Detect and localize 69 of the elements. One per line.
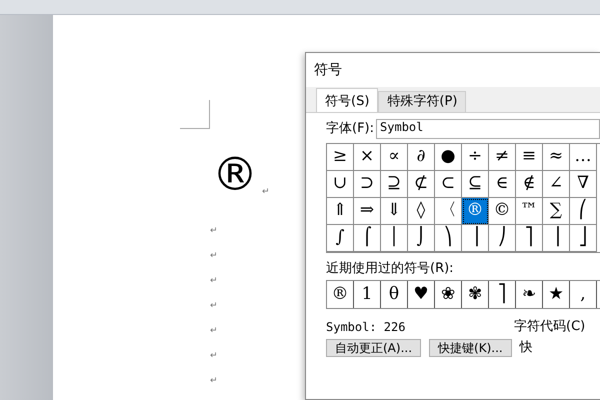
symbol-cell[interactable]: ∉ bbox=[516, 170, 543, 198]
symbol-cell[interactable]: ● bbox=[435, 144, 462, 171]
recent-symbol-cell[interactable]: 1 bbox=[354, 281, 381, 308]
symbol-cell[interactable]: ⎥ bbox=[543, 224, 570, 252]
recent-symbol-cell[interactable]: , bbox=[570, 281, 597, 308]
section-label: 近期使用过的符号(R): bbox=[326, 260, 455, 276]
dialog-button[interactable]: 快捷键(K)... bbox=[429, 338, 512, 358]
symbol-cell[interactable]: ⇒ bbox=[354, 198, 381, 225]
symbol-cell[interactable]: ⇑ bbox=[327, 198, 354, 225]
field-label: 字符代码(C) bbox=[514, 319, 586, 335]
dialog-button[interactable]: 自动更正(A)... bbox=[326, 338, 422, 358]
paragraph-mark: ↵ bbox=[210, 277, 218, 286]
font-field[interactable]: Symbol bbox=[376, 118, 600, 139]
symbol-cell[interactable]: ⊄ bbox=[408, 170, 435, 198]
paragraph-mark: ↵ bbox=[210, 377, 218, 386]
recent-symbol-cell[interactable]: θ bbox=[381, 281, 408, 308]
margin-corner-mark bbox=[180, 100, 210, 129]
symbol-cell[interactable]: × bbox=[354, 144, 381, 171]
symbol-cell[interactable]: ∂ bbox=[408, 144, 435, 171]
symbol-cell[interactable]: ∪ bbox=[327, 170, 354, 198]
symbol-cell[interactable]: ⎤ bbox=[516, 224, 543, 252]
symbol-cell[interactable]: ⎞ bbox=[435, 224, 462, 252]
symbol-cell[interactable]: ◊ bbox=[408, 198, 435, 225]
symbol-cell[interactable]: ∇ bbox=[570, 170, 597, 198]
symbol-cell[interactable]: ⊂ bbox=[435, 170, 462, 198]
recent-symbol-cell[interactable]: ♥ bbox=[408, 281, 435, 308]
symbol-cell[interactable]: ∫ bbox=[327, 224, 354, 252]
recent-symbol-cell[interactable]: ⎤ bbox=[489, 281, 516, 308]
paragraph-mark: ↵ bbox=[210, 302, 218, 311]
symbol-cell[interactable]: … bbox=[570, 144, 597, 171]
symbol-cell[interactable]: ≥ bbox=[327, 144, 354, 171]
symbol-cell[interactable]: ⎠ bbox=[489, 224, 516, 252]
recent-symbol-cell[interactable]: ✾ bbox=[462, 281, 489, 308]
symbol-cell[interactable]: ∑ bbox=[543, 198, 570, 225]
symbol-cell[interactable]: ⎛ bbox=[570, 198, 597, 225]
symbol-cell[interactable]: ⇓ bbox=[381, 198, 408, 225]
paragraph-mark: ↵ bbox=[210, 352, 218, 361]
paragraph-mark: ↵ bbox=[210, 227, 218, 236]
symbol-cell[interactable]: ⎦ bbox=[570, 224, 597, 252]
symbol-cell[interactable]: ÷ bbox=[462, 144, 489, 171]
paragraph-mark: ↵ bbox=[262, 188, 270, 197]
symbol-cell[interactable]: ≈ bbox=[543, 144, 570, 171]
symbol-cell[interactable]: ∝ bbox=[381, 144, 408, 171]
symbol-cell[interactable]: ⊃ bbox=[354, 170, 381, 198]
tab[interactable]: 符号(S) bbox=[316, 88, 378, 112]
recent-symbol-cell[interactable]: ® bbox=[327, 281, 354, 308]
symbol-cell[interactable]: ≡ bbox=[516, 144, 543, 171]
recent-symbol-cell[interactable]: ★ bbox=[543, 281, 570, 308]
character-info: Symbol: 226 bbox=[326, 320, 406, 334]
symbol-cell[interactable]: ® bbox=[462, 198, 489, 225]
paragraph-mark: ↵ bbox=[210, 252, 218, 261]
symbol-cell[interactable]: ⌡ bbox=[408, 224, 435, 252]
symbol-cell[interactable]: ⌠ bbox=[354, 224, 381, 252]
paragraph-mark: ↵ bbox=[210, 327, 218, 336]
recent-symbol-cell[interactable]: ❀ bbox=[435, 281, 462, 308]
field-label: 字体(F): bbox=[326, 120, 374, 136]
symbol-cell[interactable]: ⊇ bbox=[381, 170, 408, 198]
registered-symbol: ® bbox=[212, 151, 258, 197]
symbol-cell[interactable]: ™ bbox=[516, 198, 543, 225]
symbol-cell[interactable]: ∈ bbox=[489, 170, 516, 198]
symbol-cell[interactable]: │ bbox=[381, 224, 408, 252]
symbol-cell[interactable]: ∠ bbox=[543, 170, 570, 198]
symbol-cell[interactable]: © bbox=[489, 198, 516, 225]
tab[interactable]: 特殊字符(P) bbox=[378, 91, 466, 112]
symbol-cell[interactable]: ≠ bbox=[489, 144, 516, 171]
recent-symbol-cell[interactable]: ❧ bbox=[516, 281, 543, 308]
field-label: 快 bbox=[520, 340, 533, 356]
symbol-cell[interactable]: ⎟ bbox=[462, 224, 489, 252]
dialog-title: 符号 bbox=[314, 62, 342, 78]
